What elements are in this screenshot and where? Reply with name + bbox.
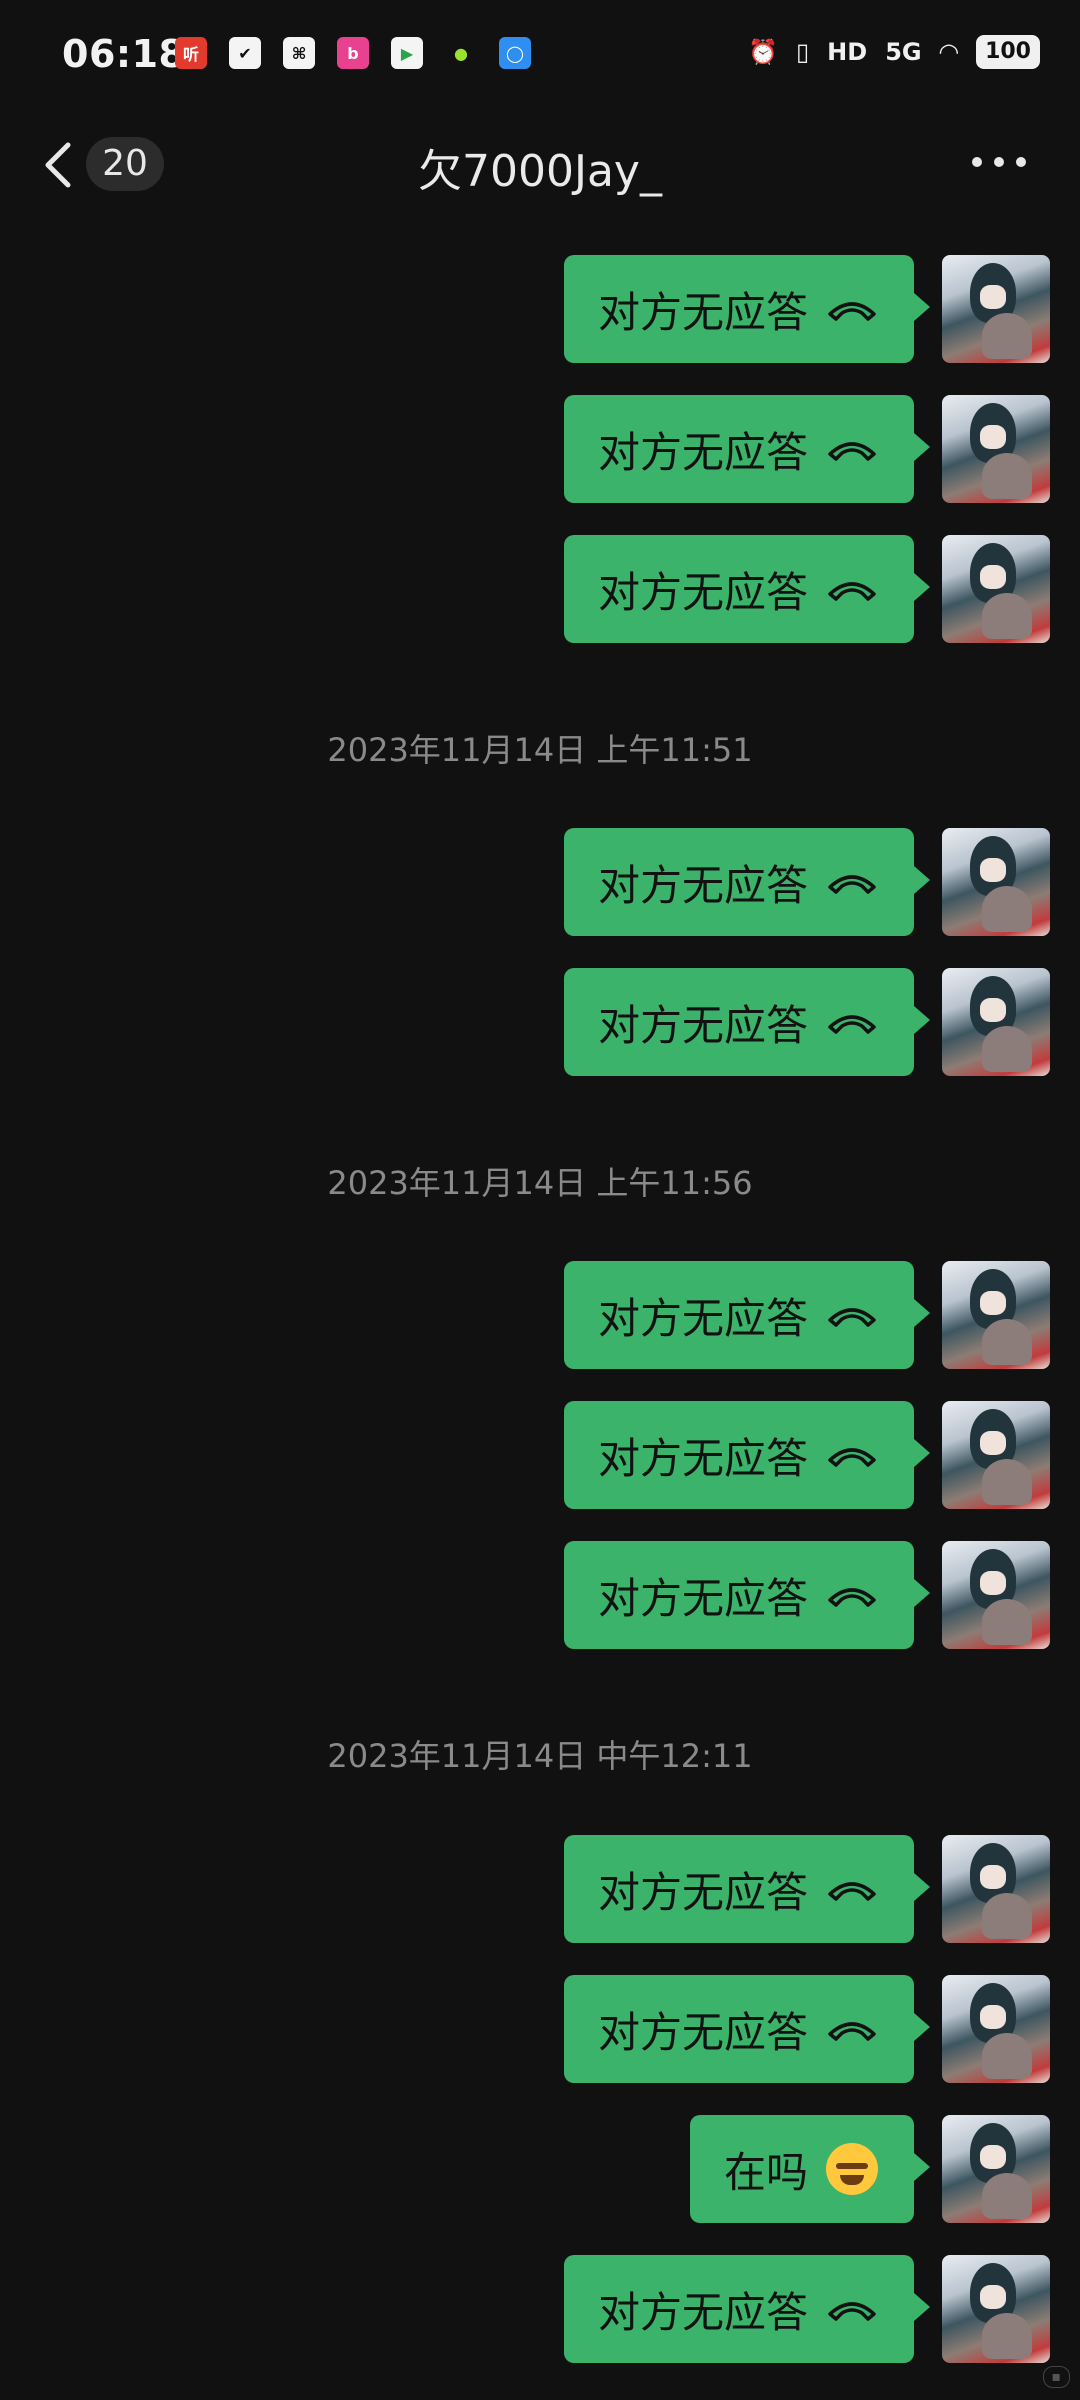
message-row: 对方无应答 bbox=[563, 1261, 1050, 1369]
call-bubble[interactable]: 对方无应答 bbox=[563, 1401, 931, 1509]
call-bubble[interactable]: 对方无应答 bbox=[563, 1261, 931, 1369]
avatar[interactable] bbox=[942, 1975, 1050, 2083]
system-icons: ⏰ ▯ HD 5G ◠ 100 bbox=[748, 35, 1040, 69]
call-bubble[interactable]: 对方无应答 bbox=[563, 2255, 931, 2363]
message-row: 对方无应答 bbox=[563, 828, 1050, 936]
hangup-phone-icon bbox=[828, 875, 876, 894]
avatar[interactable] bbox=[942, 1541, 1050, 1649]
hangup-phone-icon bbox=[828, 582, 876, 601]
watermark-badge: ▪ bbox=[1042, 2366, 1070, 2388]
call-status-text: 对方无应答 bbox=[597, 567, 808, 617]
avatar[interactable] bbox=[942, 968, 1050, 1076]
call-status-text: 对方无应答 bbox=[597, 1000, 808, 1050]
message-row: 对方无应答 bbox=[563, 968, 1050, 1076]
message-row: 对方无应答 bbox=[563, 1401, 1050, 1509]
hangup-phone-icon bbox=[828, 1882, 876, 1901]
vibrate-icon: ▯ bbox=[795, 38, 810, 66]
scan-app-icon: ⌘ bbox=[283, 37, 315, 69]
task-app-icon: ✔ bbox=[229, 37, 261, 69]
status-bar: 06:18 听 ✔ ⌘ b ▶ ● ◯ ⏰ ▯ HD 5G ◠ 100 bbox=[0, 0, 1080, 115]
avatar[interactable] bbox=[942, 535, 1050, 643]
browser-app-icon: ◯ bbox=[499, 37, 531, 69]
message-row: 对方无应答 bbox=[563, 1975, 1050, 2083]
message-row: 在吗 bbox=[689, 2115, 1050, 2223]
call-status-text: 对方无应答 bbox=[597, 1573, 808, 1623]
message-row: 对方无应答 bbox=[563, 1541, 1050, 1649]
call-bubble[interactable]: 对方无应答 bbox=[563, 1975, 931, 2083]
avatar[interactable] bbox=[942, 255, 1050, 363]
hangup-phone-icon bbox=[828, 1588, 876, 1607]
hangup-phone-icon bbox=[828, 442, 876, 461]
notification-icons: 听 ✔ ⌘ b ▶ ● ◯ bbox=[175, 37, 531, 69]
call-status-text: 对方无应答 bbox=[597, 1433, 808, 1483]
call-bubble[interactable]: 对方无应答 bbox=[563, 395, 931, 503]
avatar[interactable] bbox=[942, 1401, 1050, 1509]
call-status-text: 对方无应答 bbox=[597, 1293, 808, 1343]
avatar[interactable] bbox=[942, 828, 1050, 936]
alarm-icon: ⏰ bbox=[748, 38, 778, 66]
call-bubble[interactable]: 对方无应答 bbox=[563, 968, 931, 1076]
avatar[interactable] bbox=[942, 395, 1050, 503]
avatar[interactable] bbox=[942, 2255, 1050, 2363]
status-time: 06:18 bbox=[62, 32, 186, 76]
call-bubble[interactable]: 对方无应答 bbox=[563, 828, 931, 936]
call-bubble[interactable]: 对方无应答 bbox=[563, 535, 931, 643]
message-row: 对方无应答 bbox=[563, 255, 1050, 363]
more-options-icon[interactable] bbox=[972, 157, 1026, 171]
text-bubble[interactable]: 在吗 bbox=[689, 2115, 931, 2223]
timestamp: 2023年11月14日 中午12:11 bbox=[327, 1737, 753, 1775]
hd-icon: HD bbox=[827, 38, 868, 66]
message-row: 对方无应答 bbox=[563, 535, 1050, 643]
call-status-text: 对方无应答 bbox=[597, 427, 808, 477]
signal-icon: 5G bbox=[885, 38, 922, 66]
call-status-text: 对方无应答 bbox=[597, 1867, 808, 1917]
message-row: 对方无应答 bbox=[563, 395, 1050, 503]
message-row: 对方无应答 bbox=[563, 2255, 1050, 2363]
green-dot-app-icon: ● bbox=[445, 37, 477, 69]
video-app-icon: ▶ bbox=[391, 37, 423, 69]
hangup-phone-icon bbox=[828, 1448, 876, 1467]
battery-icon: 100 bbox=[976, 35, 1040, 69]
chat-title: 欠7000Jay_ bbox=[418, 146, 662, 197]
hangup-phone-icon bbox=[828, 1308, 876, 1327]
call-bubble[interactable]: 对方无应答 bbox=[563, 1541, 931, 1649]
hangup-phone-icon bbox=[828, 2022, 876, 2041]
listen-app-icon: 听 bbox=[175, 37, 207, 69]
call-status-text: 对方无应答 bbox=[597, 2007, 808, 2057]
message-text: 在吗 bbox=[723, 2147, 808, 2197]
hangup-phone-icon bbox=[828, 1015, 876, 1034]
call-status-text: 对方无应答 bbox=[597, 860, 808, 910]
avatar[interactable] bbox=[942, 1835, 1050, 1943]
chat-header: 20 欠7000Jay_ bbox=[0, 115, 1080, 215]
wifi-icon: ◠ bbox=[939, 38, 959, 66]
call-status-text: 对方无应答 bbox=[597, 287, 808, 337]
avatar[interactable] bbox=[942, 1261, 1050, 1369]
bilibili-app-icon: b bbox=[337, 37, 369, 69]
timestamp: 2023年11月14日 上午11:51 bbox=[327, 731, 753, 769]
timestamp: 2023年11月14日 上午11:56 bbox=[327, 1164, 753, 1202]
call-status-text: 对方无应答 bbox=[597, 2287, 808, 2337]
hangup-phone-icon bbox=[828, 2302, 876, 2321]
message-row: 对方无应答 bbox=[563, 1835, 1050, 1943]
call-bubble[interactable]: 对方无应答 bbox=[563, 1835, 931, 1943]
hangup-phone-icon bbox=[828, 302, 876, 321]
facepalm-emoji-icon bbox=[826, 2143, 878, 2195]
avatar[interactable] bbox=[942, 2115, 1050, 2223]
call-bubble[interactable]: 对方无应答 bbox=[563, 255, 931, 363]
